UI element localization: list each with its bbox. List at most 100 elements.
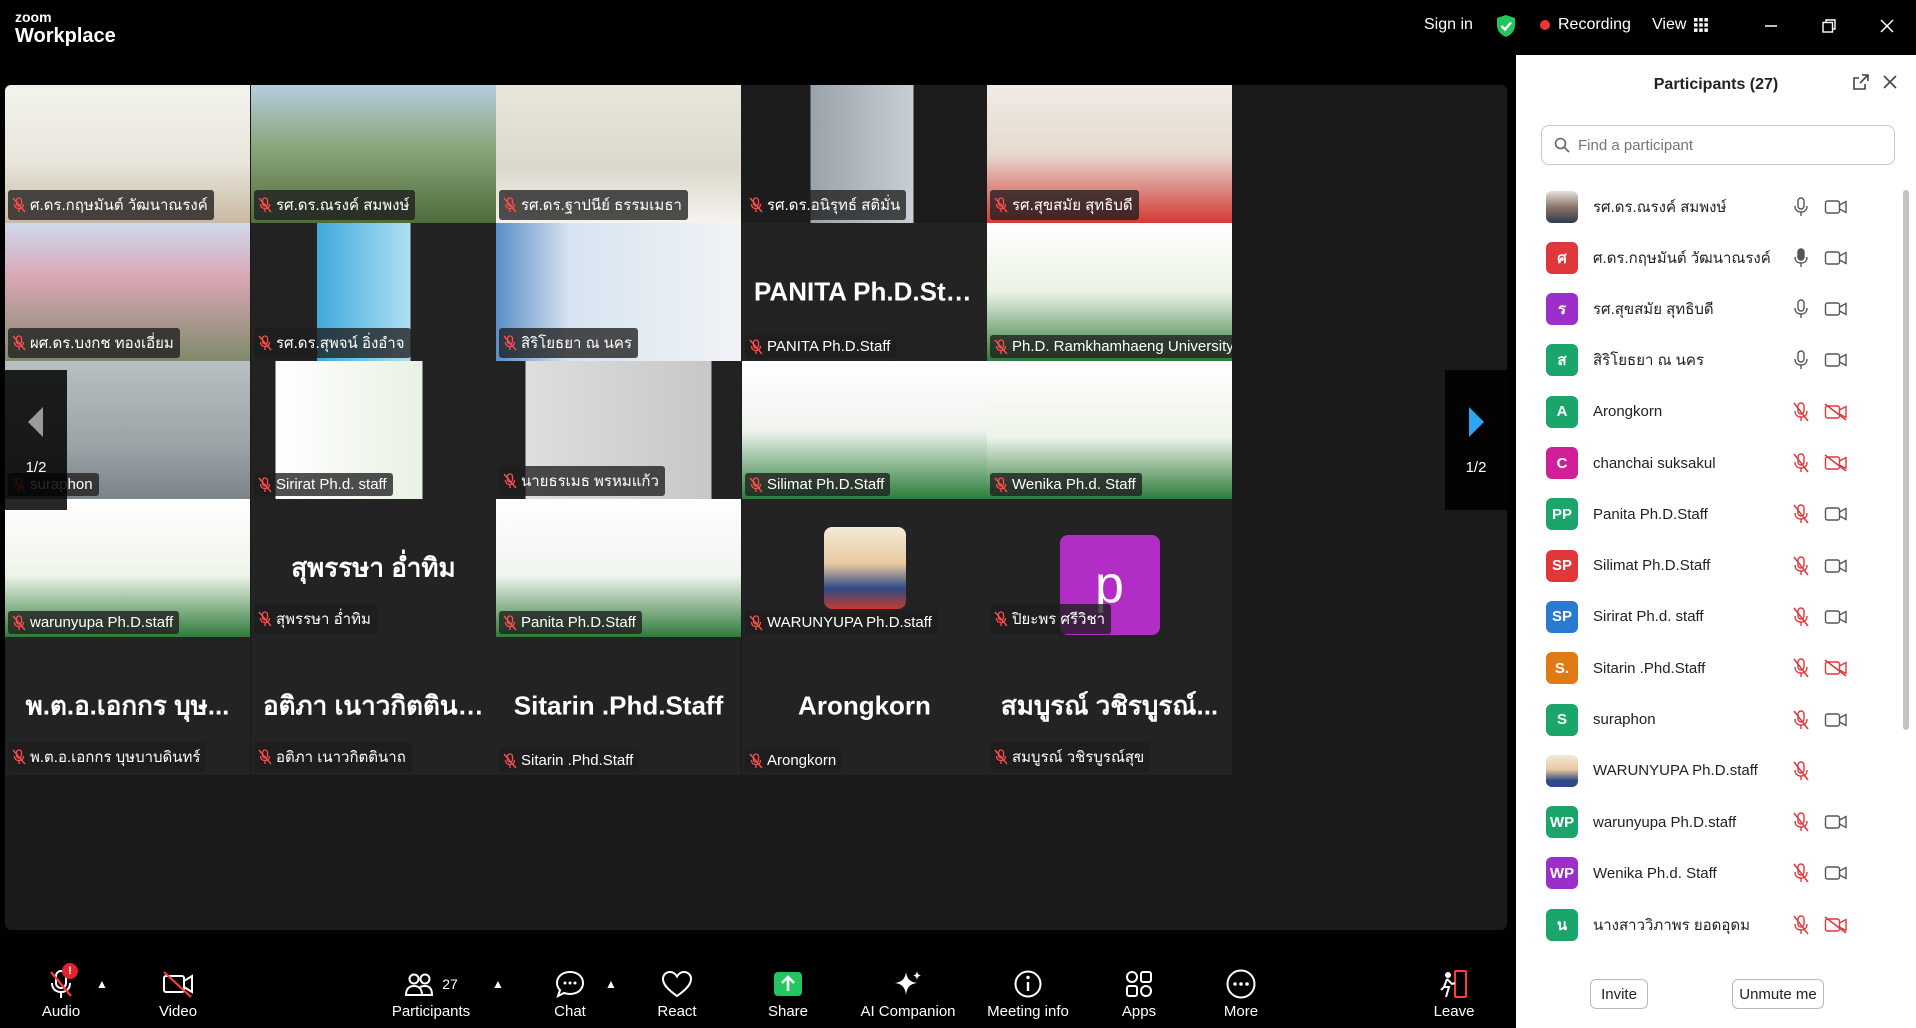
- audio-options-caret[interactable]: ▲: [96, 977, 108, 991]
- camera-icon[interactable]: [1824, 711, 1848, 729]
- video-tile[interactable]: รศ.ดร.ฐาปนีย์ ธรรมเมธา: [496, 85, 741, 223]
- mic-icon[interactable]: [1791, 196, 1811, 218]
- camera-off-icon[interactable]: [1824, 659, 1848, 677]
- video-tile[interactable]: Silimat Ph.D.Staff: [742, 361, 987, 499]
- camera-icon[interactable]: [1824, 557, 1848, 575]
- camera-icon[interactable]: [1824, 864, 1848, 882]
- participant-row[interactable]: SP Silimat Ph.D.Staff: [1516, 540, 1896, 591]
- participant-row[interactable]: ร รศ.สุขสมัย สุทธิบดี: [1516, 284, 1896, 335]
- leave-button[interactable]: Leave: [1432, 967, 1476, 1020]
- video-button[interactable]: Video: [155, 967, 201, 1020]
- mic-muted-icon[interactable]: [1791, 811, 1811, 833]
- meeting-info-button[interactable]: Meeting info: [980, 967, 1076, 1020]
- sign-in-link[interactable]: Sign in: [1424, 16, 1473, 34]
- camera-icon[interactable]: [1824, 249, 1848, 267]
- mic-muted-icon[interactable]: [1791, 555, 1811, 577]
- mic-muted-icon[interactable]: [1791, 914, 1811, 936]
- participant-row[interactable]: รศ.ดร.ณรงค์ สมพงษ์: [1516, 181, 1896, 232]
- participant-name: ผศ.ดร.บงกช ทองเอี่ยม: [30, 335, 174, 352]
- participant-row[interactable]: Cchanchai suksakul: [1516, 438, 1896, 489]
- participant-list-scrollbar[interactable]: [1903, 190, 1909, 730]
- mic-icon[interactable]: [1791, 349, 1811, 371]
- video-tile[interactable]: Panita Ph.D.Staff: [496, 499, 741, 637]
- participant-row[interactable]: S. Sitarin .Phd.Staff: [1516, 643, 1896, 694]
- participant-row[interactable]: PP Panita Ph.D.Staff: [1516, 489, 1896, 540]
- chat-button[interactable]: Chat: [550, 967, 590, 1020]
- mic-muted-icon[interactable]: [1791, 503, 1811, 525]
- video-tile[interactable]: Wenika Ph.d. Staff: [987, 361, 1232, 499]
- more-button[interactable]: More: [1219, 967, 1263, 1020]
- video-tile[interactable]: สิริโยธยา ณ นคร: [496, 223, 741, 361]
- video-tile[interactable]: warunyupa Ph.D.staff: [5, 499, 250, 637]
- video-tile[interactable]: สุพรรษา อ่ำทิม สุพรรษา อ่ำทิม: [251, 499, 496, 637]
- restore-button[interactable]: [1816, 14, 1842, 40]
- video-tile[interactable]: พ.ต.อ.เอกกร บุษ... พ.ต.อ.เอกกร บุษบาบดินท…: [5, 637, 250, 775]
- participant-row[interactable]: น นางสาววิภาพร ยอดอุดม: [1516, 899, 1896, 950]
- next-page-button[interactable]: 1/2: [1445, 370, 1507, 510]
- participant-row[interactable]: WARUNYUPA Ph.D.staff: [1516, 745, 1896, 796]
- video-tile[interactable]: WARUNYUPA Ph.D.staff: [742, 499, 987, 637]
- close-window-button[interactable]: [1874, 14, 1900, 40]
- view-menu-button[interactable]: View: [1652, 16, 1709, 34]
- video-tile[interactable]: สมบูรณ์ วชิรบูรณ์... สมบูรณ์ วชิรบูรณ์สุข: [987, 637, 1232, 775]
- shield-icon[interactable]: [1495, 14, 1517, 38]
- camera-icon[interactable]: [1824, 813, 1848, 831]
- mic-icon[interactable]: [1791, 298, 1811, 320]
- camera-off-icon[interactable]: [1824, 916, 1848, 934]
- mic-muted-icon[interactable]: [1791, 657, 1811, 679]
- camera-icon[interactable]: [1824, 351, 1848, 369]
- video-tile[interactable]: นายธรเมธ พรหมแก้ว: [496, 361, 741, 499]
- mic-muted-icon[interactable]: [1791, 452, 1811, 474]
- participants-button[interactable]: 27 Participants: [388, 967, 474, 1020]
- participant-search[interactable]: [1541, 125, 1895, 165]
- video-tile[interactable]: รศ.สุขสมัย สุทธิบดี: [987, 85, 1232, 223]
- participant-search-input[interactable]: [1578, 136, 1878, 154]
- apps-button[interactable]: Apps: [1118, 967, 1160, 1020]
- participant-row[interactable]: SP Sirirat Ph.d. staff: [1516, 591, 1896, 642]
- video-tile[interactable]: p ปิยะพร ศรีวิชา: [987, 499, 1232, 637]
- invite-button[interactable]: Invite: [1590, 979, 1648, 1009]
- video-tile[interactable]: ศ.ดร.กฤษมันต์ วัฒนาณรงค์: [5, 85, 250, 223]
- video-tile[interactable]: รศ.ดร.สุพจน์ อิ่งอำจ: [251, 223, 496, 361]
- video-tile[interactable]: Ph.D. Ramkhamhaeng University: [987, 223, 1232, 361]
- share-button[interactable]: Share: [766, 967, 810, 1020]
- minimize-button[interactable]: [1758, 14, 1784, 40]
- mic-icon[interactable]: [1791, 247, 1811, 269]
- participant-row[interactable]: WP Wenika Ph.d. Staff: [1516, 848, 1896, 899]
- participant-name: อติภา เนาวกิตตินาถ: [276, 749, 406, 766]
- video-tile[interactable]: ผศ.ดร.บงกช ทองเอี่ยม: [5, 223, 250, 361]
- video-tile[interactable]: อติภา เนาวกิตตินาถ อติภา เนาวกิตตินาถ: [251, 637, 496, 775]
- chat-options-caret[interactable]: ▲: [605, 977, 617, 991]
- camera-off-icon[interactable]: [1824, 454, 1848, 472]
- video-tile[interactable]: PANITA Ph.D.Staff PANITA Ph.D.Staff: [742, 223, 987, 361]
- participants-options-caret[interactable]: ▲: [492, 977, 504, 991]
- participant-row[interactable]: Ssuraphon: [1516, 694, 1896, 745]
- react-button[interactable]: React: [655, 967, 699, 1020]
- recording-indicator[interactable]: Recording: [1540, 16, 1631, 34]
- mic-muted-icon[interactable]: [1791, 401, 1811, 423]
- previous-page-button[interactable]: 1/2: [5, 370, 67, 510]
- video-tile[interactable]: Arongkorn Arongkorn: [742, 637, 987, 775]
- video-tile[interactable]: รศ.ดร.อนิรุทธ์ สติมั่น: [742, 85, 987, 223]
- participant-row[interactable]: ส สิริโยธยา ณ นคร: [1516, 335, 1896, 386]
- participant-row[interactable]: ศ ศ.ดร.กฤษมันต์ วัฒนาณรงค์: [1516, 232, 1896, 283]
- audio-button[interactable]: Audio: [38, 967, 84, 1020]
- video-tile[interactable]: Sitarin .Phd.Staff Sitarin .Phd.Staff: [496, 637, 741, 775]
- camera-icon[interactable]: [1824, 198, 1848, 216]
- mic-muted-icon[interactable]: [1791, 606, 1811, 628]
- pop-out-button[interactable]: [1850, 73, 1872, 95]
- close-panel-button[interactable]: [1879, 73, 1901, 95]
- video-tile[interactable]: Sirirat Ph.d. staff: [251, 361, 496, 499]
- mic-muted-icon[interactable]: [1791, 760, 1811, 782]
- participant-row[interactable]: WP warunyupa Ph.D.staff: [1516, 797, 1896, 848]
- camera-icon[interactable]: [1824, 505, 1848, 523]
- camera-icon[interactable]: [1824, 300, 1848, 318]
- participant-row[interactable]: A Arongkorn: [1516, 386, 1896, 437]
- camera-icon[interactable]: [1824, 608, 1848, 626]
- mic-muted-icon[interactable]: [1791, 709, 1811, 731]
- video-tile[interactable]: รศ.ดร.ณรงค์ สมพงษ์: [251, 85, 496, 223]
- ai-companion-button[interactable]: AI Companion: [858, 967, 958, 1020]
- camera-off-icon[interactable]: [1824, 403, 1848, 421]
- unmute-me-button[interactable]: Unmute me: [1732, 979, 1824, 1009]
- mic-muted-icon[interactable]: [1791, 862, 1811, 884]
